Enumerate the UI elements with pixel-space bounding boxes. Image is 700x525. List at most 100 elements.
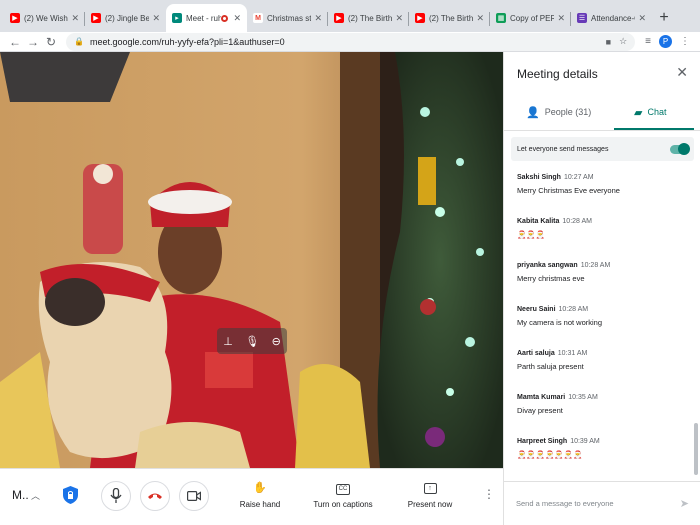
message-header: Kabita Kalita 10:28 AM [517,218,692,225]
recording-dot-icon [221,14,229,22]
allow-messages-row: Let everyone send messages [511,137,694,161]
close-panel-icon[interactable]: ✕ [676,64,688,81]
chat-message: Neeru Saini 10:28 AM My camera is not wor… [517,306,692,327]
url-text[interactable]: meet.google.com/ruh-yyfy-efa?pli=1&authu… [90,37,598,47]
mute-participant-icon[interactable]: 🎙 [245,335,259,348]
remove-participant-icon[interactable]: ⊖ [272,335,281,348]
address-bar[interactable]: 🔒 meet.google.com/ruh-yyfy-efa?pli=1&aut… [66,32,636,51]
browser-tab[interactable]: ▦ Copy of PERIO ✕ [490,4,571,32]
more-options-icon[interactable]: ⋮ [483,487,495,501]
message-sender: Mamta Kumari [517,394,566,401]
tab-label: (2) We Wish Yo [24,13,68,23]
chat-icon: ▰ [634,106,643,119]
microphone-toggle-button[interactable] [101,481,131,511]
chat-composer: ➤ [504,481,700,525]
tab-close-icon[interactable]: ✕ [233,13,241,24]
message-sender: Kabita Kalita [517,218,560,225]
tab-close-icon[interactable]: ✕ [152,13,160,24]
video-frame-image [0,52,503,468]
panel-title: Meeting details [517,67,598,81]
leave-call-button[interactable] [140,481,170,511]
host-controls-shield-icon[interactable] [63,486,78,504]
tab-people[interactable]: 👤 People (31) [526,97,591,127]
present-now-label: Present now [407,500,453,509]
meeting-details-label[interactable]: M.. [12,488,29,502]
message-sender: priyanka sangwan [517,262,578,269]
profile-avatar[interactable]: P [659,35,672,48]
forward-arrow-icon[interactable]: → [24,35,42,49]
tile-hover-overlay: ⊥ 🎙 ⊖ [217,328,287,354]
tab-close-icon[interactable]: ✕ [314,13,322,24]
captions-button[interactable]: CC Turn on captions [310,481,376,509]
message-header: Mamta Kumari 10:35 AM [517,394,692,401]
tab-close-icon[interactable]: ✕ [638,13,646,24]
message-time: 10:28 AM [580,262,611,269]
gmail-icon: M [253,13,263,23]
message-time: 10:35 AM [568,394,598,401]
video-camera-icon [187,491,201,502]
chat-message: Kabita Kalita 10:28 AM 🎅🎅🎅 [517,218,692,239]
browser-tab[interactable]: ▶ (2) We Wish Yo ✕ [4,4,85,32]
chat-message: Mamta Kumari 10:35 AM Divay present [517,394,692,415]
chevron-up-icon[interactable]: ︿ [31,489,40,502]
tab-close-icon[interactable]: ✕ [557,13,565,24]
end-call-icon [148,493,162,499]
tab-close-icon[interactable]: ✕ [476,13,484,24]
send-icon[interactable]: ➤ [680,497,689,510]
message-sender: Harpreet Singh [517,438,568,445]
browser-tab-active[interactable]: ▸ Meet - ruh ✕ [166,4,247,32]
microphone-icon [110,488,122,503]
tab-close-icon[interactable]: ✕ [395,13,403,24]
browser-tab[interactable]: ▶ (2) Jingle Bells ✕ [85,4,166,32]
reload-icon[interactable]: ↻ [42,35,60,49]
browser-tab[interactable]: ▶ (2) The Birth of ✕ [409,4,490,32]
tab-label: Meet - ruh [186,13,222,23]
tab-label: Copy of PERIO [510,13,555,23]
people-icon: 👤 [526,106,540,119]
chat-message-input[interactable] [516,499,674,508]
pin-icon[interactable]: ⊥ [223,335,233,348]
present-now-button[interactable]: ↑ Present now [405,481,455,509]
chat-message: priyanka sangwan 10:28 AM Merry christmas… [517,262,692,283]
tab-close-icon[interactable]: ✕ [71,13,79,24]
media-queue-icon[interactable]: ≡ [645,36,651,47]
tab-divider [504,130,700,131]
youtube-icon: ▶ [334,13,344,23]
message-text: My camera is not working [517,318,603,327]
browser-tab-strip: ▶ (2) We Wish Yo ✕ ▶ (2) Jingle Bells ✕ … [0,0,700,32]
browser-tab[interactable]: M Christmas stor ✕ [247,4,328,32]
browser-tab[interactable]: ▶ (2) The Birth of ✕ [328,4,409,32]
youtube-icon: ▶ [10,13,20,23]
new-tab-button[interactable]: + [652,4,676,32]
bookmark-star-icon[interactable]: ☆ [619,36,627,47]
tab-chat[interactable]: ▰ Chat [634,97,666,127]
toggle-knob [678,142,690,155]
meeting-details-panel: Meeting details ✕ 👤 People (31) ▰ Chat L… [503,52,700,525]
browser-tab[interactable]: ☰ Attendance-Cla ✕ [571,4,652,32]
captions-icon: CC [310,481,376,497]
camera-permission-icon[interactable]: ■ [606,37,611,47]
tab-label: (2) Jingle Bells [105,13,150,23]
message-text: 🎅🎅🎅🎅🎅🎅🎅 [517,450,583,459]
browser-toolbar: ← → ↻ 🔒 meet.google.com/ruh-yyfy-efa?pli… [0,32,700,52]
allow-messages-toggle[interactable] [670,142,690,155]
message-sender: Aarti saluja [517,350,555,357]
back-arrow-icon[interactable]: ← [6,35,24,49]
lock-icon[interactable]: 🔒 [74,37,84,46]
message-header: Neeru Saini 10:28 AM [517,306,692,313]
allow-messages-label: Let everyone send messages [517,145,609,153]
message-text: Merry christmas eve [517,274,585,283]
message-header: priyanka sangwan 10:28 AM [517,262,692,269]
browser-menu-icon[interactable]: ⋮ [680,36,690,47]
message-header: Sakshi Singh 10:27 AM [517,174,692,181]
captions-label: Turn on captions [313,500,373,509]
youtube-icon: ▶ [415,13,425,23]
raise-hand-button[interactable]: ✋ Raise hand [237,481,283,509]
camera-toggle-button[interactable] [179,481,209,511]
chat-scrollbar[interactable] [694,423,698,475]
chat-message: Harpreet Singh 10:39 AM 🎅🎅🎅🎅🎅🎅🎅 [517,438,692,459]
message-sender: Neeru Saini [517,306,556,313]
message-time: 10:28 AM [558,306,589,313]
message-header: Aarti saluja 10:31 AM [517,350,692,357]
tab-label: (2) The Birth of [348,13,393,23]
